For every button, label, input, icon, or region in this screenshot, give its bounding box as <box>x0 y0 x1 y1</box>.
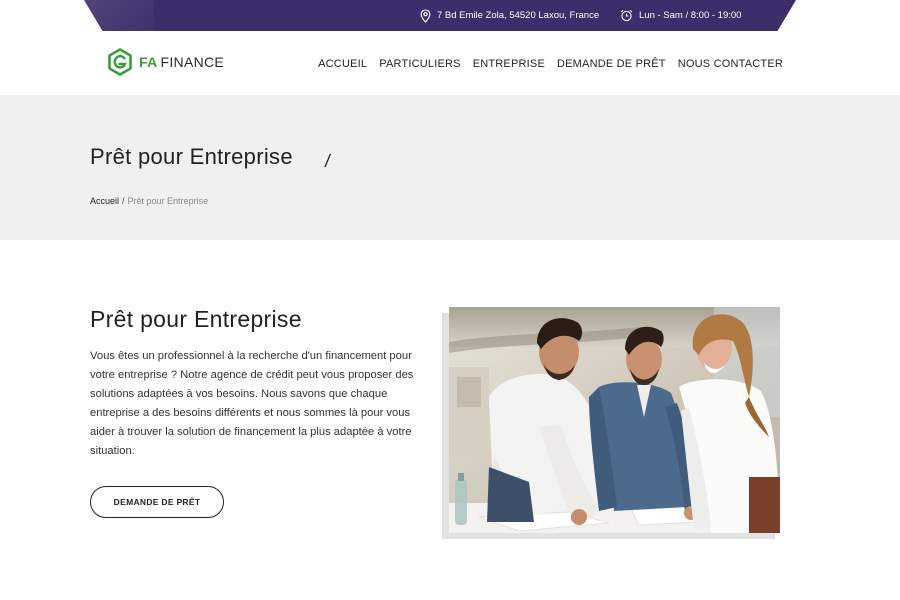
fa-finance-logo-icon <box>108 48 132 76</box>
nav-item-nous-contacter[interactable]: NOUS CONTACTER <box>678 58 783 70</box>
nav-item-entreprise[interactable]: ENTREPRISE <box>473 58 545 70</box>
breadcrumb-home-link[interactable]: Accueil <box>90 196 119 206</box>
top-info-bar-accent <box>84 0 154 31</box>
alarm-clock-icon <box>620 9 633 22</box>
topbar-hours: Lun - Sam / 8:00 - 19:00 <box>620 0 741 31</box>
main-navigation: ACCUEIL PARTICULIERS ENTREPRISE DEMANDE … <box>306 32 783 95</box>
nav-item-accueil[interactable]: ACCUEIL <box>318 58 367 70</box>
team-photo-illustration <box>449 307 780 533</box>
breadcrumb: Accueil / Prêt pour Entreprise <box>90 196 208 206</box>
site-logo[interactable]: FA FINANCE <box>107 48 224 76</box>
nav-item-demande-de-pret[interactable]: DEMANDE DE PRÊT <box>557 58 666 70</box>
team-photo <box>449 307 780 533</box>
breadcrumb-separator: / <box>122 196 125 206</box>
topbar-address: 7 Bd Emile Zola, 54520 Laxou, France <box>420 0 599 31</box>
site-header: FA FINANCE ACCUEIL PARTICULIERS ENTREPRIS… <box>0 32 900 95</box>
breadcrumb-current: Prêt pour Entreprise <box>127 196 209 206</box>
section-title: Prêt pour Entreprise <box>90 306 302 332</box>
nav-item-particuliers[interactable]: PARTICULIERS <box>379 58 460 70</box>
page-banner: Prêt pour Entreprise / Accueil / Prêt pour… <box>0 95 900 240</box>
top-info-bar: 7 Bd Emile Zola, 54520 Laxou, France Lun… <box>0 0 900 32</box>
topbar-address-text: 7 Bd Emile Zola, 54520 Laxou, France <box>437 10 600 21</box>
page-title-slash: / <box>323 151 332 171</box>
logo-text: FA FINANCE <box>139 54 224 70</box>
topbar-hours-text: Lun - Sam / 8:00 - 19:00 <box>639 10 742 21</box>
logo-accent-text: FA <box>139 54 158 70</box>
loan-request-button[interactable]: DEMANDE DE PRÊT <box>90 486 224 518</box>
page-title: Prêt pour Entreprise <box>90 144 293 169</box>
map-pin-icon <box>420 8 431 23</box>
logo-name-text: FINANCE <box>160 54 225 70</box>
section-description: Vous êtes un professionnel à la recherch… <box>90 350 414 457</box>
